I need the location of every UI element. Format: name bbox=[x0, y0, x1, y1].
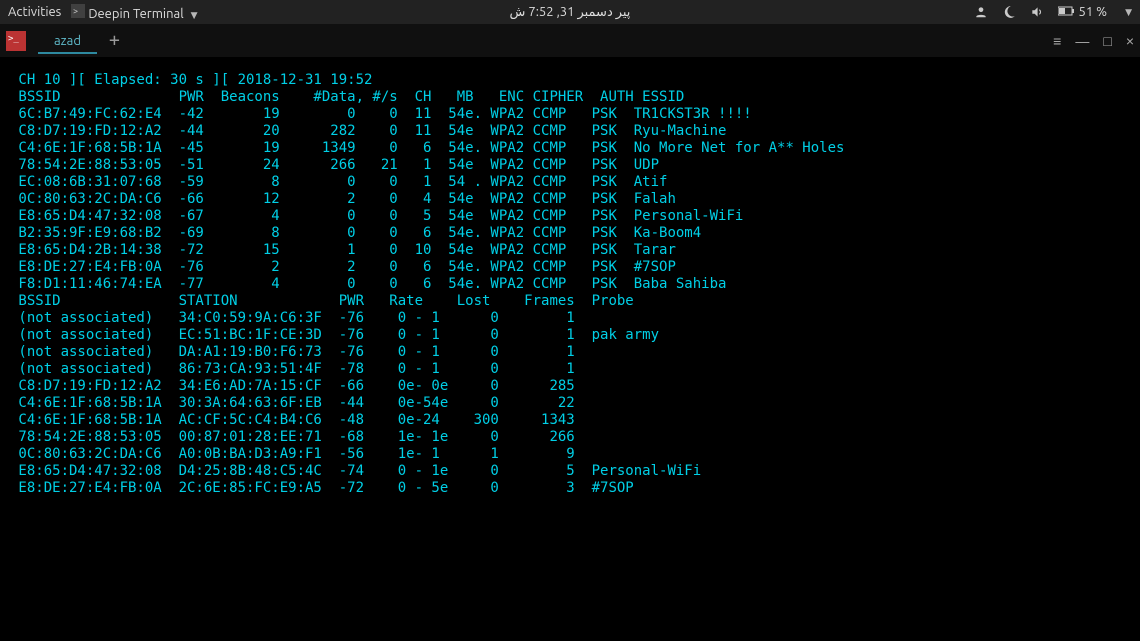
terminal-line: (not associated) EC:51:BC:1F:CE:3D -76 0… bbox=[10, 327, 1130, 344]
app-launcher-icon[interactable] bbox=[6, 31, 26, 51]
chevron-down-icon: ▼ bbox=[191, 10, 198, 20]
terminal-line: E8:DE:27:E4:FB:0A -76 2 2 0 6 54e. WPA2 … bbox=[10, 259, 1130, 276]
crescent-icon[interactable] bbox=[1002, 5, 1016, 19]
tab-azad[interactable]: azad bbox=[38, 28, 97, 54]
terminal-line: C4:6E:1F:68:5B:1A AC:CF:5C:C4:B4:C6 -48 … bbox=[10, 412, 1130, 429]
terminal-line: F8:D1:11:46:74:EA -77 4 0 0 6 54e. WPA2 … bbox=[10, 276, 1130, 293]
terminal-line: BSSID PWR Beacons #Data, #/s CH MB ENC C… bbox=[10, 89, 1130, 106]
terminal-line: E8:65:D4:2B:14:38 -72 15 1 0 10 54e WPA2… bbox=[10, 242, 1130, 259]
close-button[interactable]: × bbox=[1126, 33, 1134, 49]
user-icon[interactable] bbox=[974, 5, 988, 19]
terminal-line: C4:6E:1F:68:5B:1A 30:3A:64:63:6F:EB -44 … bbox=[10, 395, 1130, 412]
svg-text:>: > bbox=[73, 6, 78, 16]
terminal-line: 0C:80:63:2C:DA:C6 -66 12 2 0 4 54e WPA2 … bbox=[10, 191, 1130, 208]
terminal-icon: > bbox=[71, 4, 85, 18]
terminal-line: E8:DE:27:E4:FB:0A 2C:6E:85:FC:E9:A5 -72 … bbox=[10, 480, 1130, 497]
battery-indicator[interactable]: 51 % bbox=[1058, 5, 1108, 19]
gnome-topbar: Activities > Deepin Terminal ▼ پیر دسمبر… bbox=[0, 0, 1140, 24]
activities-button[interactable]: Activities bbox=[8, 5, 61, 19]
app-menu[interactable]: > Deepin Terminal ▼ bbox=[71, 4, 197, 21]
terminal-line: EC:08:6B:31:07:68 -59 8 0 0 1 54 . WPA2 … bbox=[10, 174, 1130, 191]
terminal-line: E8:65:D4:47:32:08 -67 4 0 0 5 54e WPA2 C… bbox=[10, 208, 1130, 225]
battery-icon bbox=[1058, 6, 1076, 16]
hamburger-menu-icon[interactable]: ≡ bbox=[1053, 33, 1061, 49]
titlebar: azad + ≡ — □ × bbox=[0, 24, 1140, 58]
terminal-line: (not associated) 34:C0:59:9A:C6:3F -76 0… bbox=[10, 310, 1130, 327]
new-tab-button[interactable]: + bbox=[97, 30, 132, 51]
terminal-line: BSSID STATION PWR Rate Lost Frames Probe bbox=[10, 293, 1130, 310]
terminal-line: C4:6E:1F:68:5B:1A -45 19 1349 0 6 54e. W… bbox=[10, 140, 1130, 157]
terminal-line: C8:D7:19:FD:12:A2 -44 20 282 0 11 54e WP… bbox=[10, 123, 1130, 140]
terminal-line: (not associated) 86:73:CA:93:51:4F -78 0… bbox=[10, 361, 1130, 378]
terminal-line: 0C:80:63:2C:DA:C6 A0:0B:BA:D3:A9:F1 -56 … bbox=[10, 446, 1130, 463]
terminal-line: CH 10 ][ Elapsed: 30 s ][ 2018-12-31 19:… bbox=[10, 72, 1130, 89]
volume-icon[interactable] bbox=[1030, 5, 1044, 19]
terminal-line: (not associated) DA:A1:19:B0:F6:73 -76 0… bbox=[10, 344, 1130, 361]
terminal-line: 78:54:2E:88:53:05 -51 24 266 21 1 54e WP… bbox=[10, 157, 1130, 174]
terminal-line: 78:54:2E:88:53:05 00:87:01:28:EE:71 -68 … bbox=[10, 429, 1130, 446]
terminal-line: 6C:B7:49:FC:62:E4 -42 19 0 0 11 54e. WPA… bbox=[10, 106, 1130, 123]
app-menu-label: Deepin Terminal bbox=[88, 7, 183, 21]
maximize-button[interactable]: □ bbox=[1103, 33, 1111, 49]
terminal-output[interactable]: CH 10 ][ Elapsed: 30 s ][ 2018-12-31 19:… bbox=[0, 58, 1140, 511]
terminal-line: C8:D7:19:FD:12:A2 34:E6:AD:7A:15:CF -66 … bbox=[10, 378, 1130, 395]
terminal-line: B2:35:9F:E9:68:B2 -69 8 0 0 6 54e. WPA2 … bbox=[10, 225, 1130, 242]
system-menu-chevron-icon[interactable]: ▼ bbox=[1125, 7, 1132, 18]
battery-percent: 51 % bbox=[1079, 5, 1108, 19]
terminal-line: E8:65:D4:47:32:08 D4:25:8B:48:C5:4C -74 … bbox=[10, 463, 1130, 480]
minimize-button[interactable]: — bbox=[1075, 33, 1089, 49]
